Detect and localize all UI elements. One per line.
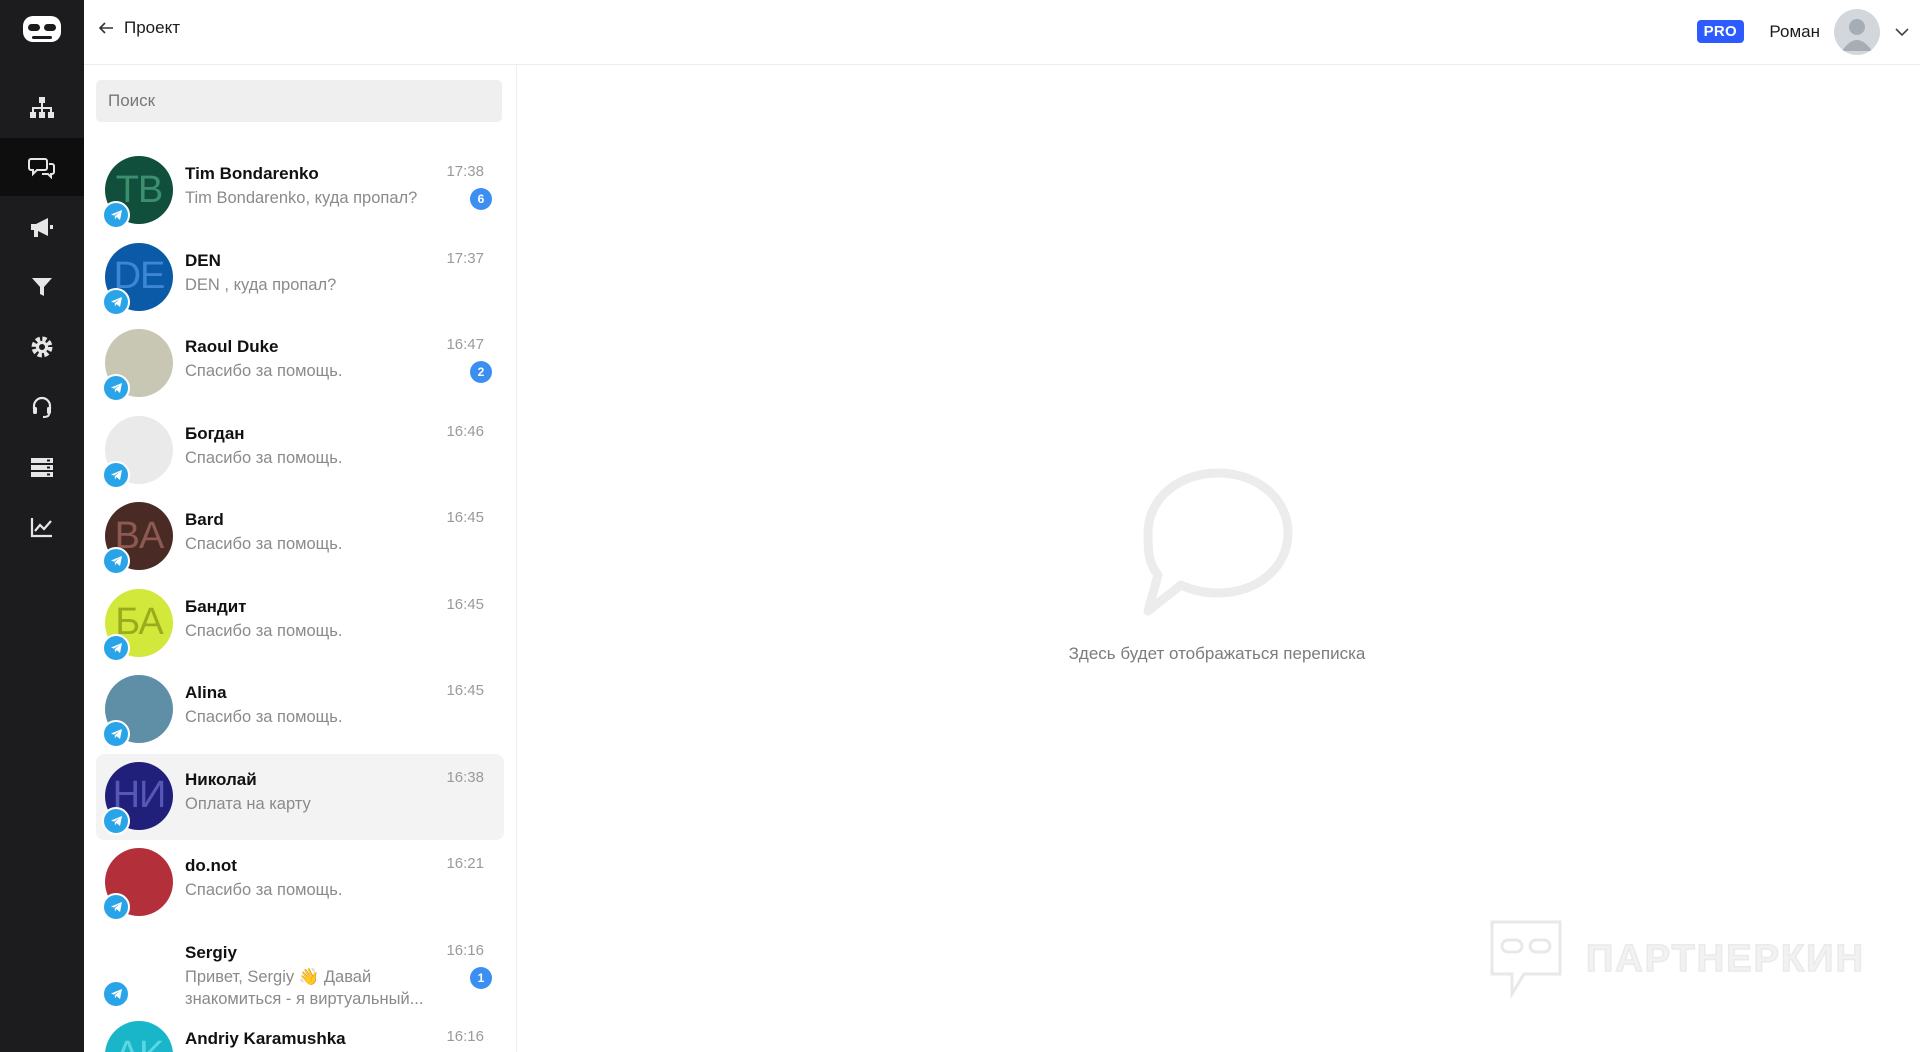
nav-chats[interactable] (0, 138, 84, 196)
telegram-icon (102, 547, 130, 575)
contact-name: do.not (185, 856, 237, 875)
chat-list-item[interactable]: BA Bard Спасибо за помощь. 16:45 (96, 494, 504, 581)
user-silhouette-icon (1842, 19, 1872, 51)
message-time: 16:45 (446, 509, 484, 526)
last-message-preview: Оплата на карту (185, 794, 311, 813)
last-message-preview: Спасибо за помощь. (185, 448, 343, 467)
contact-name: Николай (185, 769, 257, 789)
telegram-icon (102, 287, 130, 316)
chat-list-item[interactable]: DE DEN DEN , куда пропал? 17:37 (96, 235, 504, 322)
contact-name: Alina (185, 683, 227, 702)
megaphone-icon (31, 218, 53, 237)
contact-avatar: AK (105, 1021, 173, 1052)
telegram-icon (102, 720, 130, 748)
last-message-preview: DEN , куда пропал? (185, 275, 337, 294)
back-to-project-button[interactable]: Проект (98, 18, 180, 38)
chat-list-item[interactable]: Raoul Duke Спасибо за помощь. 16:47 2 (96, 321, 504, 408)
chat-list-item[interactable]: TB Tim Bondarenko Tim Bondarenko, куда про… (96, 148, 504, 235)
chat-list-panel: TBTim BondarenkoTim Bondarenko, куда про… (84, 65, 517, 1052)
nav-database[interactable] (0, 438, 84, 496)
last-message-preview: Спасибо за помощь. (185, 535, 343, 553)
message-time: 16:38 (446, 768, 484, 786)
top-header: Проект PRO Роман (84, 0, 1920, 65)
avatar-initials: AK (115, 1034, 165, 1052)
contact-name: Богдан (185, 423, 245, 443)
contact-name: Sergiy (185, 942, 237, 962)
message-time: 16:45 (446, 595, 484, 613)
watermark: ПАРТНЕРКИН (1488, 918, 1865, 1000)
chat-list-item[interactable]: do.not Спасибо за помощь. 16:21 (96, 840, 504, 927)
chat-list-item[interactable]: Alina Спасибо за помощь. 16:45 (96, 667, 504, 754)
chat-list-item[interactable]: Богдан Спасибо за помощь. 16:46 (96, 408, 504, 495)
contact-name: Andriy Karamushka (185, 1029, 346, 1048)
telegram-icon (102, 806, 130, 835)
unread-count-badge: 1 (470, 966, 492, 989)
last-message-preview: Tim Bondarenko, куда пропал? (185, 189, 418, 207)
nav-structure[interactable] (0, 79, 84, 137)
chat-list-item[interactable]: НИ Николай Оплата на карту 16:38 (96, 753, 504, 840)
last-message-preview: Спасибо за помощь. (185, 621, 343, 640)
chat-list-item[interactable]: AK Andriy Karamushka 16:16 (96, 1013, 504, 1052)
pro-plan-badge: PRO (1696, 20, 1744, 43)
chevron-down-icon[interactable] (1894, 24, 1910, 42)
message-time: 16:21 (446, 855, 484, 872)
unread-count-badge: 6 (470, 188, 492, 210)
empty-conversation-text: Здесь будет отображаться переписка (1068, 644, 1366, 663)
telegram-icon (102, 374, 130, 402)
chat-list-item[interactable]: Sergiy Привет, Sergiy 👋 Давай знакомиться… (96, 927, 504, 1014)
chart-icon (30, 518, 52, 538)
message-time: 17:38 (446, 163, 484, 180)
message-time: 16:16 (446, 1028, 484, 1045)
nav-settings[interactable] (0, 318, 84, 376)
message-time: 16:47 (446, 336, 484, 353)
telegram-icon (102, 633, 130, 662)
server-icon (31, 458, 53, 477)
chat-icon (28, 158, 55, 179)
back-label: Проект (124, 18, 180, 37)
message-time: 17:37 (446, 249, 484, 267)
headset-icon (32, 396, 52, 418)
message-time: 16:46 (446, 422, 484, 440)
contact-name: Tim Bondarenko (185, 164, 319, 183)
nav-support[interactable] (0, 378, 84, 436)
contact-name: Бандит (185, 596, 247, 616)
sidebar-nav (0, 0, 84, 1052)
contact-name: Raoul Duke (185, 337, 279, 356)
speech-bubble-icon (1143, 468, 1293, 616)
watermark-text: ПАРТНЕРКИН (1585, 937, 1865, 981)
last-message-preview: Спасибо за помощь. (185, 708, 343, 726)
telegram-icon (102, 979, 130, 1008)
unread-count-badge: 2 (470, 361, 492, 383)
chat-list-item[interactable]: БА Бандит Спасибо за помощь. 16:45 (96, 581, 504, 668)
nav-analytics[interactable] (0, 498, 84, 556)
filter-icon (32, 278, 52, 296)
message-time: 16:16 (446, 941, 484, 959)
nav-broadcasts[interactable] (0, 198, 84, 256)
watermark-logo-icon (1490, 920, 1562, 1000)
sitemap-icon (30, 97, 54, 118)
last-message-preview: Спасибо за помощь. (185, 362, 343, 380)
arrow-left-icon (98, 22, 113, 34)
contact-name: DEN (185, 250, 221, 270)
search-input[interactable] (96, 80, 502, 122)
telegram-icon (102, 460, 130, 489)
nav-funnels[interactable] (0, 258, 84, 316)
message-time: 16:45 (446, 682, 484, 699)
user-avatar[interactable] (1834, 9, 1880, 55)
last-message-preview: Привет, Sergiy 👋 Давай знакомиться - я в… (185, 967, 424, 1008)
app-logo-icon[interactable] (20, 12, 64, 46)
gear-icon (31, 336, 53, 358)
telegram-icon (102, 201, 130, 229)
chat-list: TB Tim Bondarenko Tim Bondarenko, куда про… (96, 148, 504, 1052)
contact-name: Bard (185, 510, 224, 529)
telegram-icon (102, 893, 130, 921)
last-message-preview: Спасибо за помощь. (185, 881, 343, 899)
user-name[interactable]: Роман (1769, 22, 1820, 42)
